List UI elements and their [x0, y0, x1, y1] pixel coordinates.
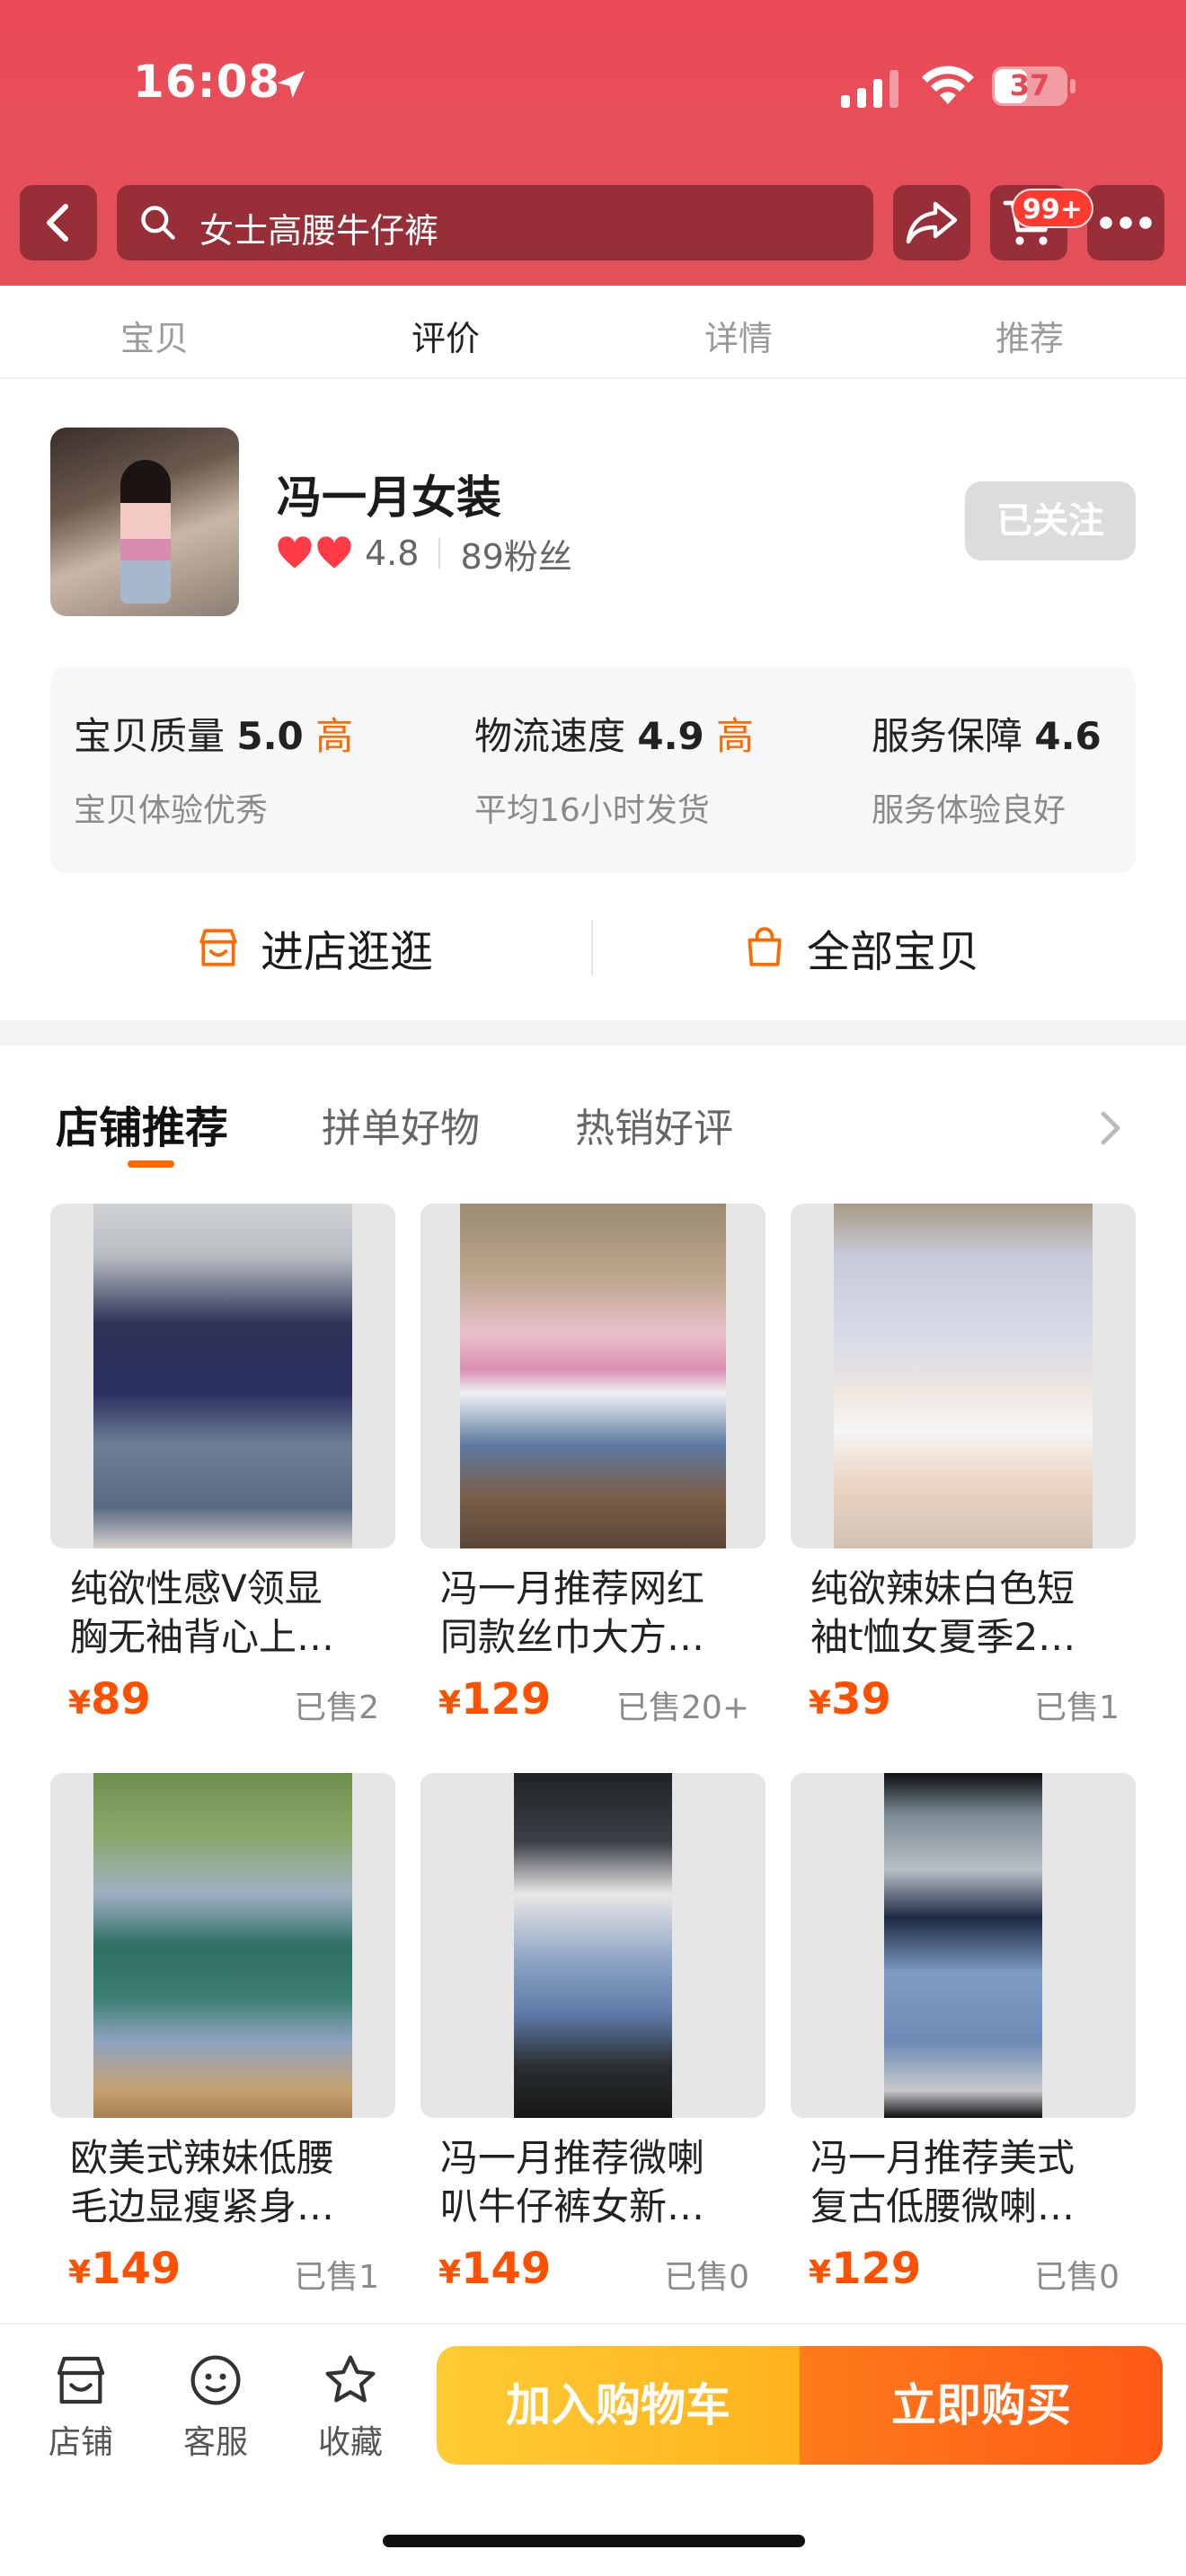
tab-details[interactable]: 详情 — [649, 311, 828, 360]
chevron-right-icon[interactable] — [1094, 1108, 1127, 1148]
customer-service-button[interactable]: 客服 — [162, 2351, 270, 2463]
divider — [438, 538, 441, 569]
fans-count: 89粉丝 — [460, 536, 572, 577]
product-title: 纯欲性感V领显 胸无袖背心上… — [70, 1566, 335, 1659]
product-price: ¥89 — [68, 1674, 151, 1725]
follow-button[interactable]: 已关注 — [965, 481, 1136, 560]
rating-score: 4.8 — [365, 534, 420, 573]
home-indicator — [383, 2535, 805, 2547]
active-tab-indicator — [128, 1160, 174, 1168]
product-sold: 已售1 — [294, 2259, 379, 2296]
product-sold: 已售20+ — [616, 1689, 749, 1726]
product-image — [420, 1204, 766, 1548]
search-icon — [141, 206, 175, 240]
product-title: 纯欲辣妹白色短 袖t恤女夏季2… — [810, 1566, 1076, 1659]
metric-logistics: 物流速度 4.9 高 平均16小时发货 — [474, 714, 755, 829]
product-image — [420, 1773, 766, 2118]
section-gap — [0, 1020, 1186, 1045]
service-tab-label: 客服 — [182, 2424, 248, 2461]
product-title: 冯一月推荐微喇 叭牛仔裤女新… — [440, 2136, 705, 2228]
store-tab-label: 店铺 — [48, 2424, 113, 2461]
share-button[interactable] — [893, 185, 970, 260]
nav-bar: 女士高腰牛仔裤 — [0, 185, 1186, 266]
visit-shop-button[interactable]: 进店逛逛 — [196, 918, 433, 977]
product-price: ¥129 — [809, 2244, 922, 2294]
cellular-signal-icon — [841, 70, 898, 108]
add-to-cart-button[interactable]: 加入购物车 — [437, 2346, 800, 2465]
product-image — [791, 1773, 1136, 2118]
product-image — [50, 1773, 395, 2118]
status-bar: 16:08 37 — [0, 0, 1186, 171]
cart-badge: 99+ — [1012, 189, 1093, 228]
favorite-button[interactable]: 收藏 — [296, 2351, 404, 2463]
metric-quality: 宝贝质量 5.0 高 宝贝体验优秀 — [74, 714, 354, 829]
shop-avatar[interactable] — [50, 428, 239, 616]
battery-level: 37 — [1009, 68, 1050, 102]
tab-recommend[interactable]: 推荐 — [940, 311, 1120, 360]
store-icon — [57, 2356, 105, 2404]
star-icon — [325, 2355, 376, 2403]
product-image — [50, 1204, 395, 1548]
favorite-tab-label: 收藏 — [317, 2424, 383, 2461]
tab-group-buy[interactable]: 拼单好物 — [322, 1096, 480, 1153]
shop-actions: 进店逛逛 全部宝贝 — [0, 898, 1186, 997]
battery-icon: 37 — [992, 66, 1075, 106]
product-image — [791, 1204, 1136, 1548]
more-dots-icon — [1100, 216, 1152, 229]
metric-service: 服务保障 4.6 服务体验良好 — [872, 714, 1102, 829]
tab-hot-reviews[interactable]: 热销好评 — [575, 1096, 733, 1153]
all-items-button[interactable]: 全部宝贝 — [742, 918, 979, 977]
header-background: 16:08 37 女士高腰牛仔裤 99+ — [0, 0, 1186, 286]
shop-rating: 4.8 89粉丝 — [277, 532, 572, 577]
recommend-tabs: 店铺推荐 拼单好物 热销好评 — [0, 1078, 1186, 1177]
store-tab-button[interactable]: 店铺 — [27, 2351, 135, 2463]
chat-face-icon — [190, 2355, 241, 2405]
divider — [591, 920, 593, 975]
tab-baobei[interactable]: 宝贝 — [65, 311, 244, 360]
product-sold: 已售1 — [1034, 1689, 1120, 1726]
shop-metrics: 宝贝质量 5.0 高 宝贝体验优秀 物流速度 4.9 高 平均16小时发货 服务… — [50, 666, 1136, 873]
shopping-bag-icon — [748, 927, 782, 966]
product-price: ¥149 — [438, 2244, 552, 2294]
product-title: 冯一月推荐美式 复古低腰微喇… — [810, 2136, 1075, 2228]
store-icon — [199, 929, 237, 966]
product-price: ¥39 — [809, 1674, 891, 1725]
product-price: ¥129 — [438, 1674, 552, 1725]
heart-icon — [317, 536, 351, 569]
shop-name[interactable]: 冯一月女装 — [277, 462, 501, 526]
status-time: 16:08 — [133, 56, 281, 108]
product-sold: 已售0 — [664, 2259, 749, 2296]
heart-icon — [278, 536, 312, 569]
share-icon — [906, 201, 958, 244]
tab-reviews[interactable]: 评价 — [356, 311, 535, 360]
product-sold: 已售2 — [294, 1689, 379, 1726]
tab-shop-recommend[interactable]: 店铺推荐 — [56, 1092, 228, 1155]
search-text: 女士高腰牛仔裤 — [199, 211, 439, 251]
all-items-label: 全部宝贝 — [807, 927, 980, 977]
visit-shop-label: 进店逛逛 — [261, 927, 434, 977]
more-button[interactable] — [1087, 185, 1164, 260]
product-sold: 已售0 — [1034, 2259, 1120, 2296]
search-bar[interactable]: 女士高腰牛仔裤 — [117, 185, 873, 260]
back-button[interactable] — [20, 185, 97, 260]
product-tabs: 宝贝 评价 详情 推荐 — [0, 286, 1186, 379]
product-price: ¥149 — [68, 2244, 181, 2294]
wifi-icon — [922, 66, 974, 104]
location-arrow-icon — [278, 71, 305, 98]
product-title: 冯一月推荐网红 同款丝巾大方… — [440, 1566, 705, 1659]
chevron-left-icon — [47, 204, 68, 242]
buy-now-button[interactable]: 立即购买 — [800, 2346, 1163, 2465]
product-title: 欧美式辣妹低腰 毛边显瘦紧身… — [70, 2136, 335, 2228]
